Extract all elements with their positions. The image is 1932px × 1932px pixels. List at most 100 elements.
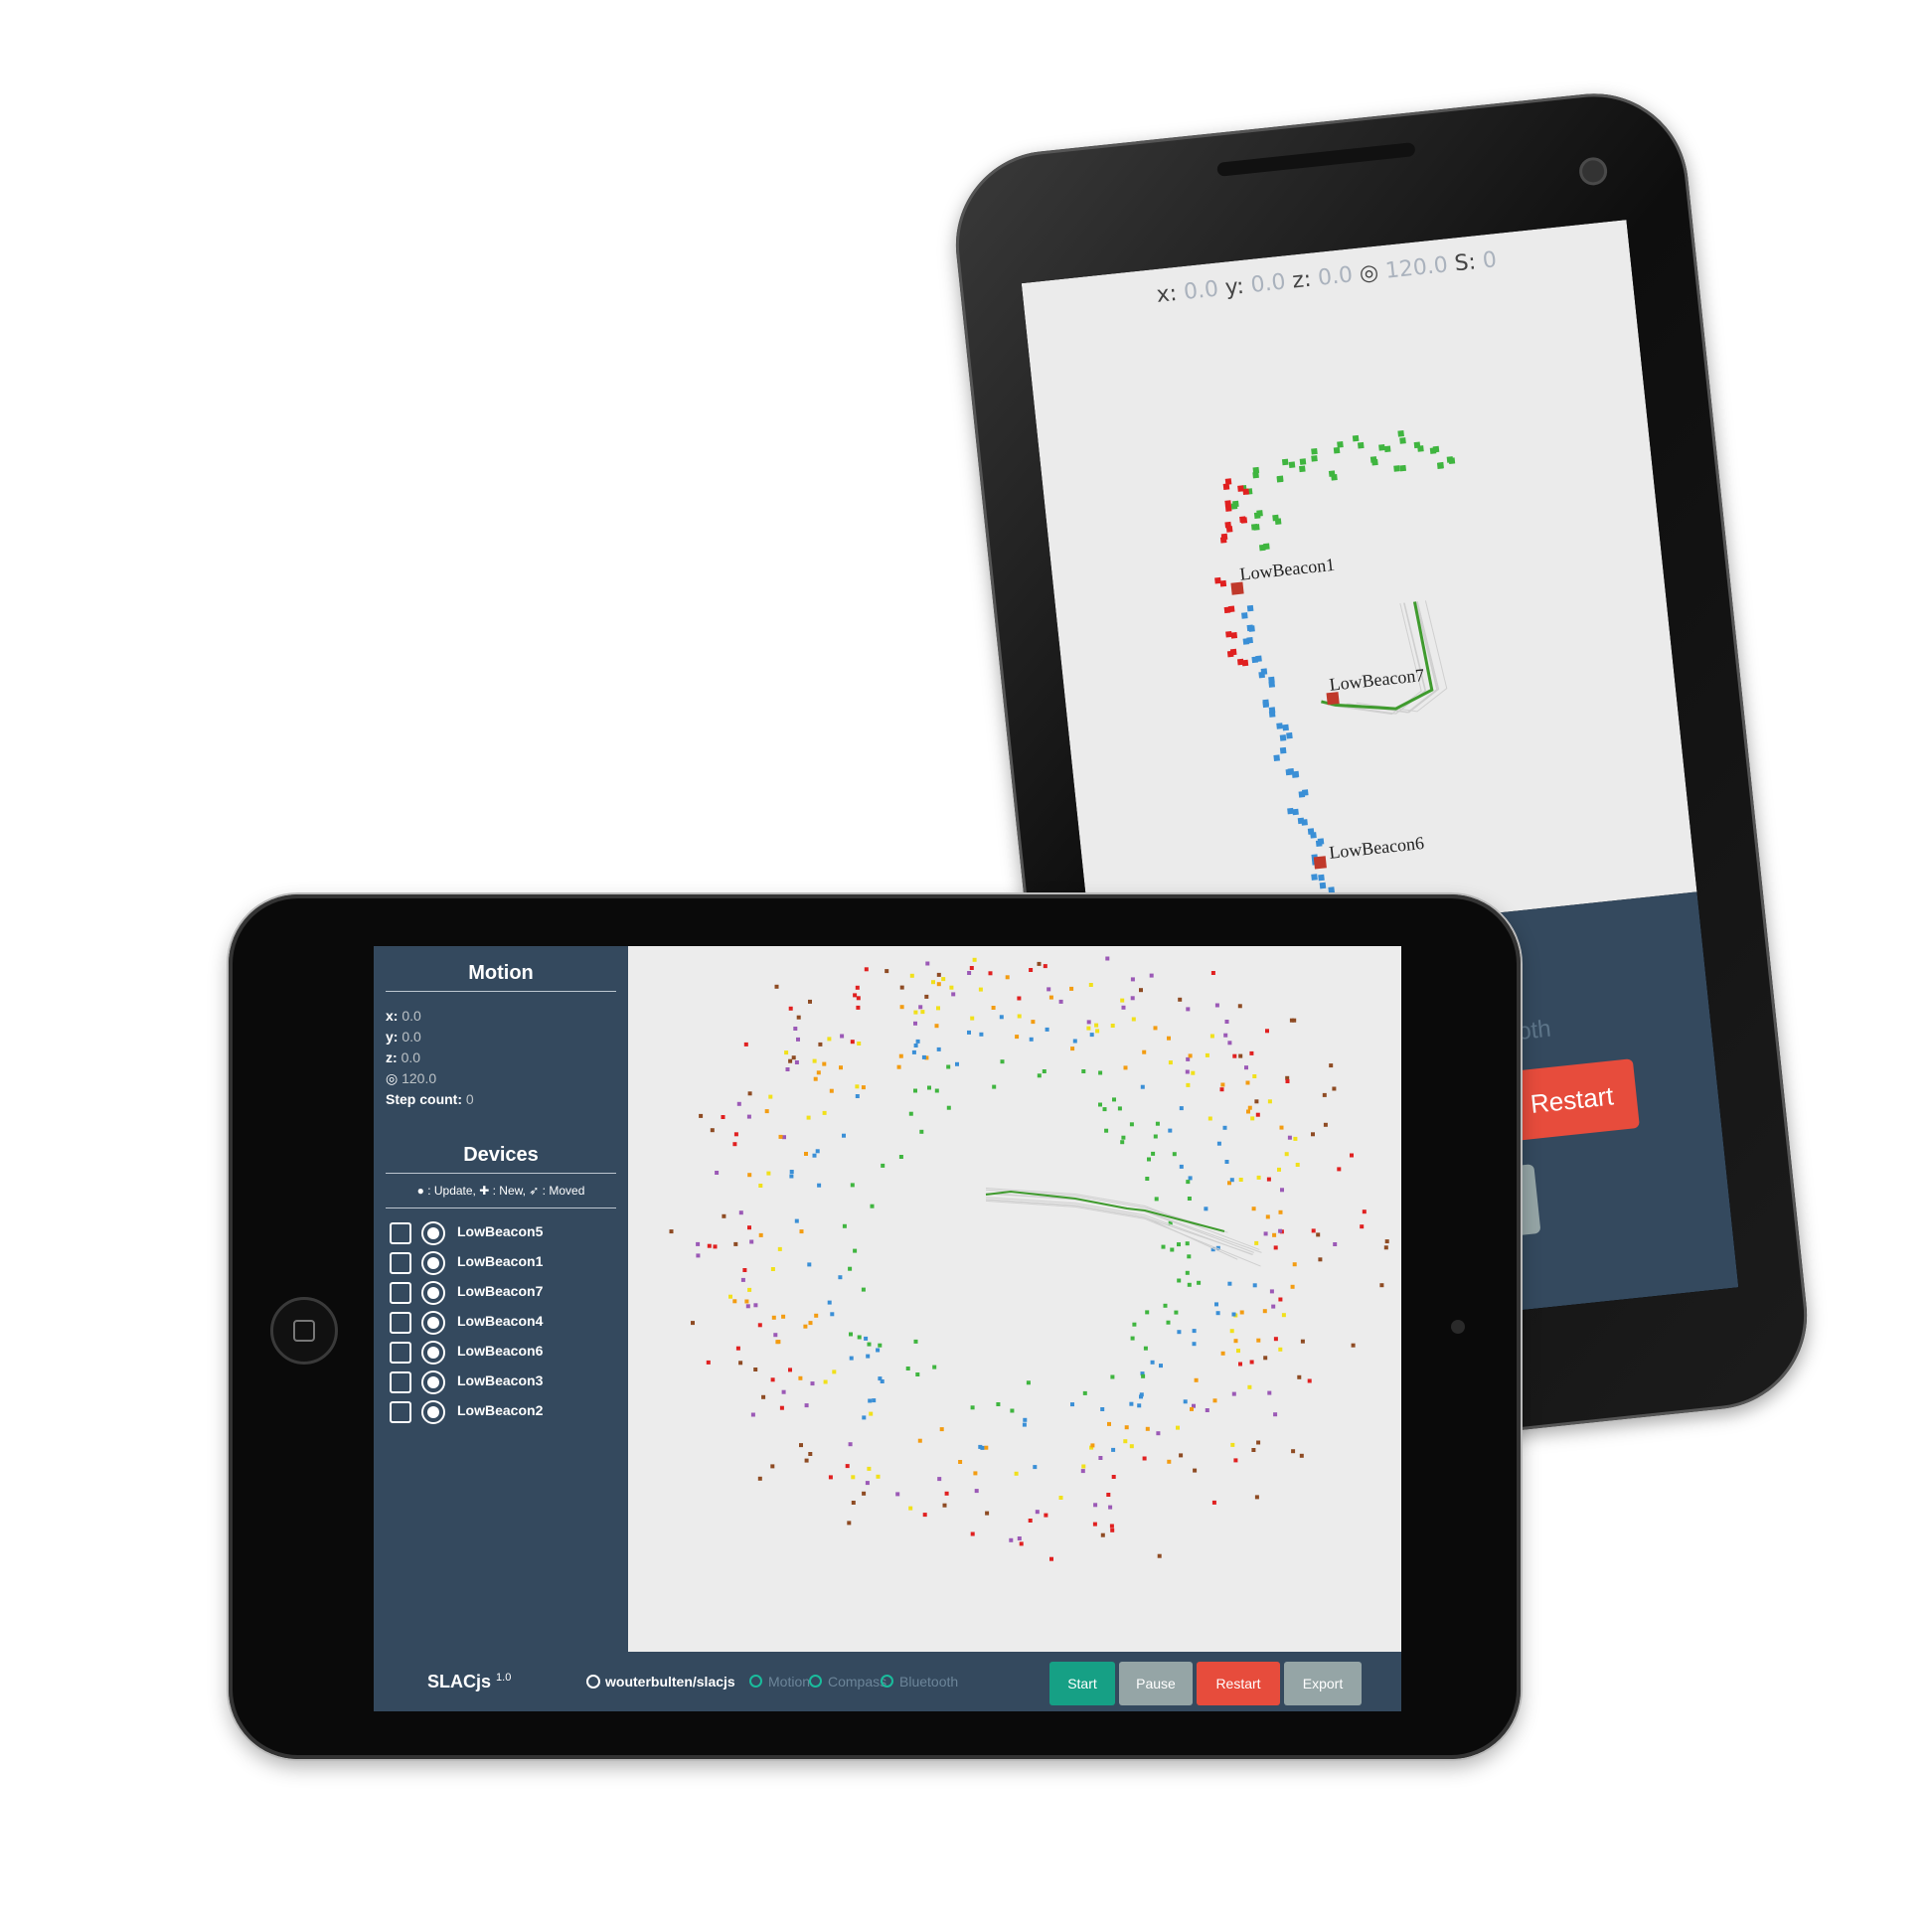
restart-button[interactable]: Restart: [1197, 1662, 1280, 1705]
particle-point: [1273, 1245, 1278, 1250]
device-checkbox[interactable]: [390, 1282, 411, 1304]
particle-point: [967, 971, 972, 975]
particle-point: [814, 1313, 819, 1318]
phone-particle-point: [1279, 734, 1287, 741]
particle-point: [855, 1094, 860, 1098]
phone-heading-value: 120.0: [1383, 252, 1450, 284]
device-checkbox[interactable]: [390, 1342, 411, 1364]
phone-z-value: 0.0: [1316, 262, 1355, 291]
particle-point: [738, 1361, 743, 1366]
particle-point: [774, 984, 779, 989]
particle-point: [1329, 1063, 1334, 1068]
particle-point: [924, 994, 929, 999]
particle-point: [815, 1149, 820, 1154]
particle-point: [1333, 1242, 1338, 1246]
device-radio[interactable]: [421, 1311, 445, 1335]
particle-point: [758, 1232, 763, 1237]
particle-point: [898, 1155, 903, 1159]
export-button[interactable]: Export: [1284, 1662, 1362, 1705]
github-link[interactable]: wouterbulten/slacjs: [586, 1674, 735, 1690]
phone-particle-point: [1246, 604, 1254, 612]
phone-particle-point: [1237, 485, 1244, 492]
particle-point: [1110, 1024, 1115, 1028]
github-icon: [586, 1675, 600, 1689]
particle-point: [1120, 1140, 1125, 1145]
device-radio[interactable]: [421, 1341, 445, 1365]
device-radio[interactable]: [421, 1400, 445, 1424]
particle-point: [1307, 1378, 1312, 1383]
particle-point: [1167, 1459, 1172, 1464]
particle-point: [691, 1321, 695, 1326]
particle-point: [1280, 1188, 1284, 1193]
particle-point: [669, 1229, 674, 1234]
device-checkbox[interactable]: [390, 1222, 411, 1244]
particle-point: [855, 985, 860, 990]
device-name: LowBeacon6: [457, 1343, 544, 1359]
particle-point: [1015, 1035, 1020, 1040]
particle-point: [784, 1050, 789, 1055]
particle-point: [1249, 1360, 1254, 1365]
phone-particle-point: [1288, 461, 1296, 468]
device-name: LowBeacon1: [457, 1253, 544, 1269]
particle-point: [1153, 1134, 1158, 1139]
particle-point: [1219, 1087, 1224, 1092]
phone-particle-point: [1292, 770, 1300, 778]
particle-point: [1140, 1084, 1145, 1089]
particle-point: [798, 1375, 803, 1380]
phone-particle-point: [1436, 462, 1444, 469]
particle-point: [1168, 1060, 1173, 1065]
particle-point: [872, 1398, 877, 1403]
device-checkbox[interactable]: [390, 1312, 411, 1334]
start-button[interactable]: Start: [1049, 1662, 1115, 1705]
particle-point: [1104, 1128, 1109, 1133]
particle-point: [848, 1442, 853, 1447]
phone-particle-point: [1311, 447, 1318, 455]
particle-point: [1037, 1073, 1042, 1078]
particle-point: [1070, 1046, 1075, 1051]
particle-point: [909, 973, 914, 978]
particle-point: [931, 980, 935, 985]
particle-point: [812, 1058, 817, 1063]
device-checkbox[interactable]: [390, 1401, 411, 1423]
particle-point: [1262, 1309, 1267, 1314]
particle-point: [881, 1163, 886, 1168]
brand-version: 1.0: [496, 1672, 512, 1684]
phone-particle-point: [1225, 526, 1233, 533]
particle-point: [1159, 1364, 1163, 1368]
particle-point: [1174, 1310, 1179, 1315]
particle-point: [1170, 1247, 1175, 1252]
device-radio[interactable]: [421, 1251, 445, 1275]
particle-point: [917, 1438, 922, 1443]
particle-point: [817, 1183, 822, 1188]
phone-particle-point: [1333, 446, 1341, 454]
particle-point: [818, 1042, 823, 1046]
pause-button[interactable]: Pause: [1119, 1662, 1193, 1705]
device-checkbox[interactable]: [390, 1252, 411, 1274]
particle-point: [972, 957, 977, 962]
particle-point: [1043, 964, 1047, 969]
device-checkbox[interactable]: [390, 1371, 411, 1393]
step-count-value: 0: [465, 1091, 474, 1107]
particle-point: [1311, 1132, 1315, 1137]
particle-point: [876, 1348, 881, 1353]
particle-point: [1197, 1280, 1202, 1285]
device-radio[interactable]: [421, 1370, 445, 1394]
particle-point: [779, 1405, 784, 1410]
phone-particle-point: [1311, 874, 1318, 881]
particle-point: [747, 1287, 752, 1292]
phone-x-value: 0.0: [1182, 276, 1220, 306]
phone-restart-button[interactable]: Restart: [1504, 1058, 1640, 1142]
device-radio[interactable]: [421, 1221, 445, 1245]
particle-point: [838, 1275, 843, 1280]
bluetooth-status-icon: [881, 1675, 893, 1688]
phone-s-label: S:: [1453, 249, 1478, 277]
beacon-label-lowbeacon7: LowBeacon7: [1329, 665, 1426, 695]
motion-status-icon: [749, 1675, 762, 1688]
particle-point: [827, 1300, 832, 1305]
particle-point: [1017, 996, 1022, 1001]
device-radio[interactable]: [421, 1281, 445, 1305]
particle-point: [857, 1335, 862, 1340]
path-trace: [985, 1199, 1238, 1260]
particle-point: [1205, 1408, 1209, 1412]
particle-point: [850, 1183, 855, 1188]
